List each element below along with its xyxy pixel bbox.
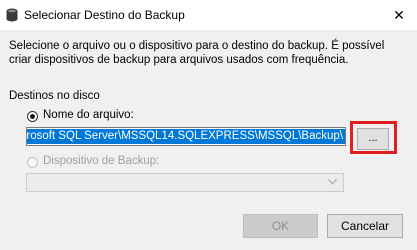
file-path-value: C:\Program Files\Microsoft SQL Server\MS… bbox=[27, 129, 345, 144]
backup-device-label: Dispositivo de Backup: bbox=[43, 155, 160, 167]
window-title: Selecionar Destino do Backup bbox=[24, 8, 185, 22]
highlight-box bbox=[350, 121, 397, 154]
close-button[interactable]: ✕ bbox=[386, 3, 412, 27]
chevron-down-icon bbox=[328, 179, 337, 185]
file-path-input[interactable]: C:\Program Files\Microsoft SQL Server\MS… bbox=[26, 127, 346, 146]
database-icon bbox=[6, 8, 18, 22]
section-label: Destinos no disco bbox=[9, 90, 100, 102]
file-name-radio[interactable] bbox=[27, 111, 38, 122]
file-name-label: Nome do arquivo: bbox=[43, 109, 134, 121]
close-icon: ✕ bbox=[393, 7, 405, 23]
cancel-button[interactable]: Cancelar bbox=[327, 214, 403, 238]
ok-button[interactable]: OK bbox=[243, 214, 318, 238]
description-text: Selecione o arquivo ou o dispositivo par… bbox=[9, 40, 385, 66]
backup-device-radio[interactable] bbox=[27, 157, 38, 168]
backup-device-select[interactable] bbox=[26, 173, 344, 192]
title-bar: Selecionar Destino do Backup ✕ bbox=[0, 0, 417, 30]
